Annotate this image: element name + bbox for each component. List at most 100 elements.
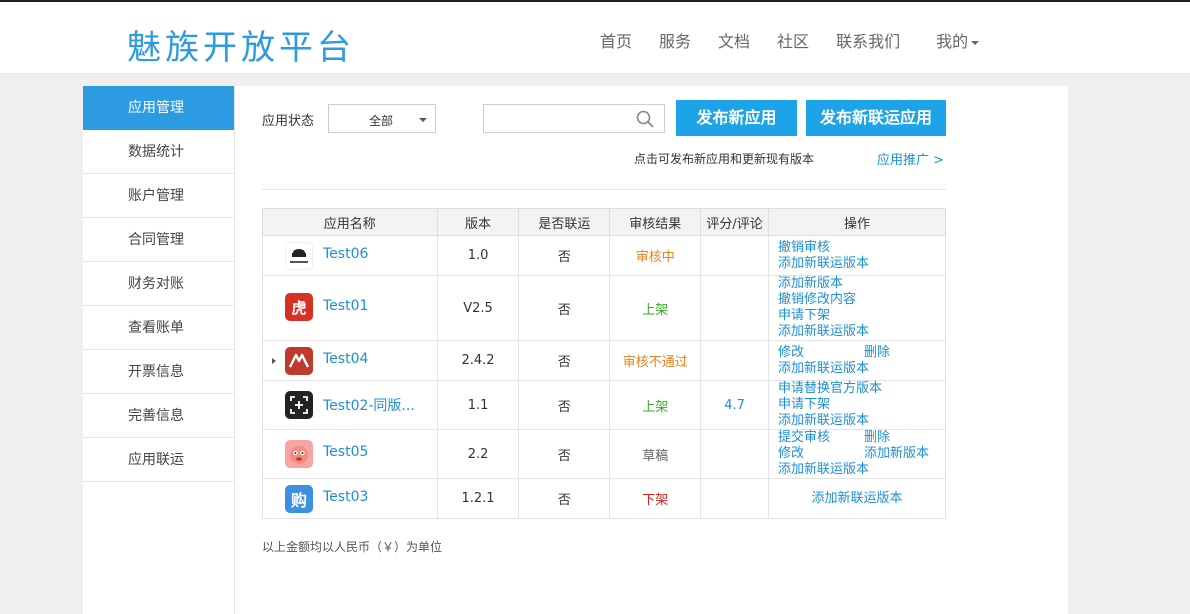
publish-hint: 点击可发布新应用和更新现有版本 xyxy=(634,152,815,166)
add-joint-version-link[interactable]: 添加新联运版本 xyxy=(778,361,869,377)
col-rating: 评分/评论 xyxy=(700,208,769,236)
search-box xyxy=(483,104,665,133)
nav-docs[interactable]: 文档 xyxy=(718,28,750,52)
app-name-cell: 购 Test03 xyxy=(262,478,438,519)
col-actions: 操作 xyxy=(768,208,946,236)
add-joint-version-link[interactable]: 添加新联运版本 xyxy=(811,491,902,507)
app-table: 应用名称 版本 是否联运 审核结果 评分/评论 操作 Test06 1.0 否 … xyxy=(262,208,946,519)
status-cell: 下架 xyxy=(609,478,702,519)
chevron-down-icon xyxy=(419,118,427,122)
joint-cell: 否 xyxy=(518,380,611,430)
rating-cell xyxy=(700,275,769,341)
app-name-link[interactable]: Test03 xyxy=(323,489,368,505)
app-icon-test06 xyxy=(285,242,313,270)
request-offline-link[interactable]: 申请下架 xyxy=(778,397,830,413)
nav-mine-dropdown[interactable]: 我的 xyxy=(936,28,980,52)
status-filter-select[interactable]: 全部 xyxy=(328,104,436,133)
status-cell: 上架 xyxy=(609,380,702,430)
app-name-link[interactable]: Test05 xyxy=(323,444,368,460)
add-joint-version-link[interactable]: 添加新联运版本 xyxy=(778,462,869,478)
publish-new-app-button[interactable]: 发布新应用 xyxy=(676,100,797,136)
submit-review-link[interactable]: 提交审核 xyxy=(778,430,864,446)
rating-cell[interactable]: 4.7 xyxy=(700,380,769,430)
actions-cell: 撤销审核 添加新联运版本 xyxy=(768,235,946,276)
rating-cell xyxy=(700,340,769,381)
request-offline-link[interactable]: 申请下架 xyxy=(778,308,830,324)
table-row: 虎 Test01 V2.5 否 上架 添加新版本 撤销修改内容 申请下架 添加新… xyxy=(262,275,946,341)
add-joint-version-link[interactable]: 添加新联运版本 xyxy=(778,413,869,429)
expand-triangle-icon[interactable] xyxy=(272,358,276,364)
request-replace-official-link[interactable]: 申请替换官方版本 xyxy=(778,381,882,397)
status-filter-label: 应用状态 xyxy=(262,114,315,129)
version-cell: 1.1 xyxy=(436,380,520,430)
app-name-cell: Test05 xyxy=(262,429,438,479)
delete-link[interactable]: 删除 xyxy=(864,430,890,446)
app-name-cell: Test02-同版... xyxy=(262,380,438,430)
joint-cell: 否 xyxy=(518,275,611,341)
table-row: Test02-同版... 1.1 否 上架 4.7 申请替换官方版本 申请下架 … xyxy=(262,380,946,430)
sidebar: 应用管理 数据统计 账户管理 合同管理 财务对账 查看账单 开票信息 完善信息 … xyxy=(83,86,235,614)
add-joint-version-link[interactable]: 添加新联运版本 xyxy=(778,324,869,340)
actions-cell: 提交审核 删除 修改 添加新版本 添加新联运版本 xyxy=(768,429,946,479)
top-header: 魅族开放平台 首页 服务 文档 社区 联系我们 我的 xyxy=(0,0,1190,74)
edit-link[interactable]: 修改 xyxy=(778,446,864,462)
app-name-link[interactable]: Test01 xyxy=(323,298,368,314)
app-name-cell: 虎 Test01 xyxy=(262,275,438,341)
top-nav: 首页 服务 文档 社区 联系我们 我的 xyxy=(600,28,1006,52)
add-version-link[interactable]: 添加新版本 xyxy=(778,276,843,292)
sidebar-item-data-stats[interactable]: 数据统计 xyxy=(83,130,234,174)
publish-joint-app-button[interactable]: 发布新联运应用 xyxy=(806,100,946,136)
sidebar-item-account[interactable]: 账户管理 xyxy=(83,174,234,218)
site-logo[interactable]: 魅族开放平台 xyxy=(127,20,355,69)
table-row: Test05 2.2 否 草稿 提交审核 删除 修改 添加新版本 添加新联运版本 xyxy=(262,429,946,479)
sidebar-item-bills[interactable]: 查看账单 xyxy=(83,306,234,350)
nav-contact[interactable]: 联系我们 xyxy=(836,28,900,52)
revert-changes-link[interactable]: 撤销修改内容 xyxy=(778,292,856,308)
add-version-link[interactable]: 添加新版本 xyxy=(864,446,929,462)
edit-link[interactable]: 修改 xyxy=(778,345,864,361)
status-cell: 上架 xyxy=(609,275,702,341)
currency-footnote: 以上金额均以人民币（￥）为单位 xyxy=(262,540,443,554)
table-row: Test06 1.0 否 审核中 撤销审核 添加新联运版本 xyxy=(262,235,946,276)
app-name-link[interactable]: Test04 xyxy=(323,351,368,367)
sidebar-item-finance[interactable]: 财务对账 xyxy=(83,262,234,306)
col-app-name: 应用名称 xyxy=(262,208,438,236)
add-joint-version-link[interactable]: 添加新联运版本 xyxy=(778,256,869,272)
rating-cell xyxy=(700,235,769,276)
version-cell: V2.5 xyxy=(436,275,520,341)
app-icon-test05 xyxy=(285,440,313,468)
col-version: 版本 xyxy=(436,208,520,236)
search-icon[interactable] xyxy=(636,110,654,128)
col-review-result: 审核结果 xyxy=(609,208,702,236)
delete-link[interactable]: 删除 xyxy=(864,345,890,361)
cancel-review-link[interactable]: 撤销审核 xyxy=(778,240,830,256)
status-cell: 审核中 xyxy=(609,235,702,276)
sidebar-item-app-management[interactable]: 应用管理 xyxy=(83,86,234,130)
nav-community[interactable]: 社区 xyxy=(777,28,809,52)
nav-mine-label: 我的 xyxy=(936,32,969,51)
app-name-cell: Test06 xyxy=(262,235,438,276)
search-input[interactable] xyxy=(484,105,624,132)
status-cell: 草稿 xyxy=(609,429,702,479)
app-promotion-link[interactable]: 应用推广 > xyxy=(877,149,944,168)
sidebar-item-profile[interactable]: 完善信息 xyxy=(83,394,234,438)
app-icon-test01: 虎 xyxy=(285,293,313,321)
app-name-link[interactable]: Test02-同版... xyxy=(323,395,415,415)
actions-cell: 修改 删除 添加新联运版本 xyxy=(768,340,946,381)
actions-cell: 添加新版本 撤销修改内容 申请下架 添加新联运版本 xyxy=(768,275,946,341)
version-cell: 2.4.2 xyxy=(436,340,520,381)
sidebar-item-invoice[interactable]: 开票信息 xyxy=(83,350,234,394)
version-cell: 1.2.1 xyxy=(436,478,520,519)
sidebar-item-contract[interactable]: 合同管理 xyxy=(83,218,234,262)
joint-cell: 否 xyxy=(518,478,611,519)
col-joint: 是否联运 xyxy=(518,208,611,236)
status-cell: 审核不通过 xyxy=(609,340,702,381)
sidebar-item-joint-ops[interactable]: 应用联运 xyxy=(83,438,234,482)
nav-services[interactable]: 服务 xyxy=(659,28,691,52)
app-name-link[interactable]: Test06 xyxy=(323,246,368,262)
joint-cell: 否 xyxy=(518,340,611,381)
table-row: 购 Test03 1.2.1 否 下架 添加新联运版本 xyxy=(262,478,946,519)
table-header-row: 应用名称 版本 是否联运 审核结果 评分/评论 操作 xyxy=(262,208,946,236)
nav-home[interactable]: 首页 xyxy=(600,28,632,52)
actions-cell: 添加新联运版本 xyxy=(768,478,946,519)
